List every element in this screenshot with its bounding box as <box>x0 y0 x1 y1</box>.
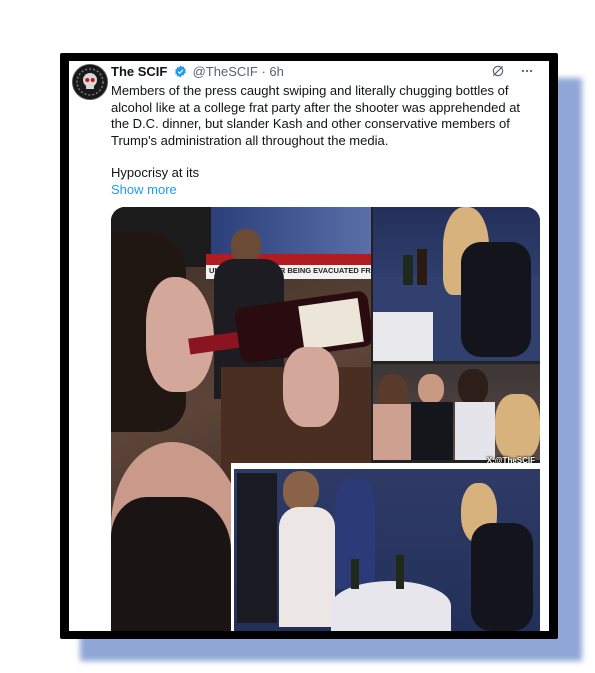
man-1-suit <box>411 402 453 460</box>
timestamp[interactable]: 6h <box>269 64 283 79</box>
tweet-body: Members of the press caught swiping and … <box>111 83 541 149</box>
show-more-link[interactable]: Show more <box>111 182 177 197</box>
tweet-card: The SCIF @TheSCIF · 6h Members of the pr… <box>69 61 549 631</box>
tweet-header: The SCIF @TheSCIF · 6h <box>111 64 284 79</box>
table-bottle-2 <box>396 555 404 589</box>
woman-white-dress <box>279 507 335 627</box>
tweet-media-collage[interactable]: UMP SPEAKS AFTER BEING EVACUATED FR X:@T… <box>111 207 540 631</box>
woman-dress <box>111 497 231 631</box>
man-1 <box>418 374 444 404</box>
woman-2-body <box>455 402 495 460</box>
woman-2 <box>458 369 488 405</box>
bottle-label <box>298 298 364 350</box>
media-photo-mid-right <box>373 364 540 460</box>
avatar[interactable] <box>72 64 108 100</box>
verified-badge-icon <box>175 65 186 78</box>
display-name[interactable]: The SCIF <box>111 64 167 79</box>
blonde-woman <box>495 394 540 460</box>
photo-border-top <box>231 463 540 469</box>
tweet-body-text: Members of the press caught swiping and … <box>111 83 521 148</box>
table-cloth <box>373 312 433 361</box>
handle[interactable]: @TheSCIF <box>193 64 258 79</box>
dinner-table <box>331 581 451 631</box>
woman-hair-bun <box>283 471 319 511</box>
grok-icon[interactable] <box>491 64 505 78</box>
man-standing <box>237 473 277 623</box>
woman-black-outfit <box>461 242 531 357</box>
tweet-tagline: Hypocrisy at its <box>111 165 200 180</box>
media-photo-top-right <box>373 207 540 361</box>
more-options-icon[interactable] <box>519 64 535 78</box>
woman-hand <box>283 347 339 427</box>
media-photo-bottom <box>231 463 540 631</box>
woman-face <box>146 277 214 392</box>
skull-logo-icon <box>74 66 106 98</box>
woman-1-body <box>373 404 413 460</box>
bottle-1 <box>403 255 413 285</box>
photo-border-left <box>231 463 234 631</box>
bottle-2 <box>417 249 427 285</box>
man-head <box>231 229 261 263</box>
tweet-actions-top <box>491 64 535 78</box>
separator: · <box>261 64 266 79</box>
table-bottle-1 <box>351 559 359 589</box>
woman-black-outfit-bottom <box>471 523 533 631</box>
